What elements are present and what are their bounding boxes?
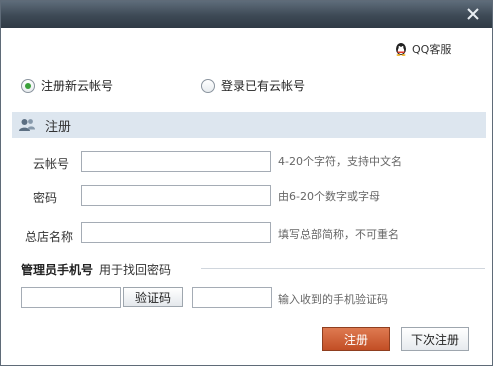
verification-code-hint: 输入收到的手机验证码 [278, 293, 388, 306]
manager-phone-title: 管理员手机号 [21, 263, 94, 277]
section-title: 注册 [45, 119, 72, 135]
close-button[interactable] [462, 5, 484, 23]
title-bar[interactable] [1, 1, 492, 28]
radio-selected-dot [25, 82, 31, 89]
qq-penguin-icon [396, 43, 406, 56]
register-dialog: QQ客服 注册新云帐号 登录已有云帐号 注册 云帐号 4-20个字符，支持中文名… [0, 0, 493, 366]
radio-login-existing[interactable]: 登录已有云帐号 [201, 77, 305, 94]
verification-code-input[interactable] [192, 287, 272, 308]
get-verification-code-button[interactable]: 验证码 [123, 287, 183, 307]
store-name-label: 总店名称 [24, 230, 73, 244]
password-label: 密码 [32, 191, 57, 205]
qq-support-label: QQ客服 [412, 43, 452, 56]
register-section-header: 注册 [12, 112, 486, 138]
phone-input[interactable] [21, 287, 121, 308]
close-icon [467, 8, 479, 20]
radio-login-existing-control[interactable] [201, 78, 215, 93]
window-title [9, 3, 89, 11]
radio-register-new-label: 注册新云帐号 [41, 79, 114, 93]
register-later-button[interactable]: 下次注册 [401, 327, 469, 351]
section-divider [201, 268, 485, 269]
radio-register-new-control[interactable] [21, 78, 35, 93]
account-hint: 4-20个字符，支持中文名 [278, 155, 402, 168]
password-hint: 由6-20个数字或字母 [278, 190, 380, 203]
register-button[interactable]: 注册 [322, 327, 390, 351]
radio-login-existing-label: 登录已有云帐号 [221, 79, 306, 93]
radio-register-new[interactable]: 注册新云帐号 [21, 77, 113, 94]
manager-phone-subtitle: 用于找回密码 [99, 263, 172, 277]
store-name-input[interactable] [81, 222, 271, 243]
manager-phone-heading: 管理员手机号 用于找回密码 [21, 261, 171, 278]
password-input[interactable] [81, 185, 271, 206]
account-label: 云帐号 [32, 157, 69, 171]
qq-support-link[interactable]: QQ客服 [394, 41, 451, 57]
user-group-icon [19, 119, 35, 131]
store-name-hint: 填写总部简称，不可重名 [278, 228, 399, 241]
account-input[interactable] [81, 151, 271, 172]
